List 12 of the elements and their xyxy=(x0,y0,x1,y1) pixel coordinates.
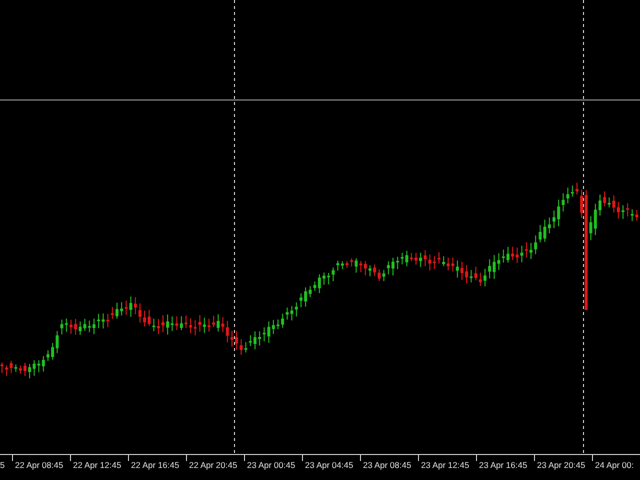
time-axis-label: 23 Apr 04:45 xyxy=(304,461,354,470)
time-axis-label: 23 Apr 16:45 xyxy=(478,461,528,470)
time-axis-label: 24 Apr 00: xyxy=(594,461,634,470)
time-axis-label: 23 Apr 12:45 xyxy=(420,461,470,470)
time-axis-label: 22 Apr 20:45 xyxy=(188,461,238,470)
time-axis-label: 22 Apr 16:45 xyxy=(130,461,180,470)
time-axis-label: 23 Apr 20:45 xyxy=(536,461,586,470)
time-axis-label: 22 Apr 08:45 xyxy=(14,461,64,470)
time-axis-label: 5 xyxy=(0,461,5,470)
time-axis-label: 23 Apr 08:45 xyxy=(362,461,412,470)
time-axis-label: 22 Apr 12:45 xyxy=(72,461,122,470)
time-axis-label: 23 Apr 00:45 xyxy=(246,461,296,470)
